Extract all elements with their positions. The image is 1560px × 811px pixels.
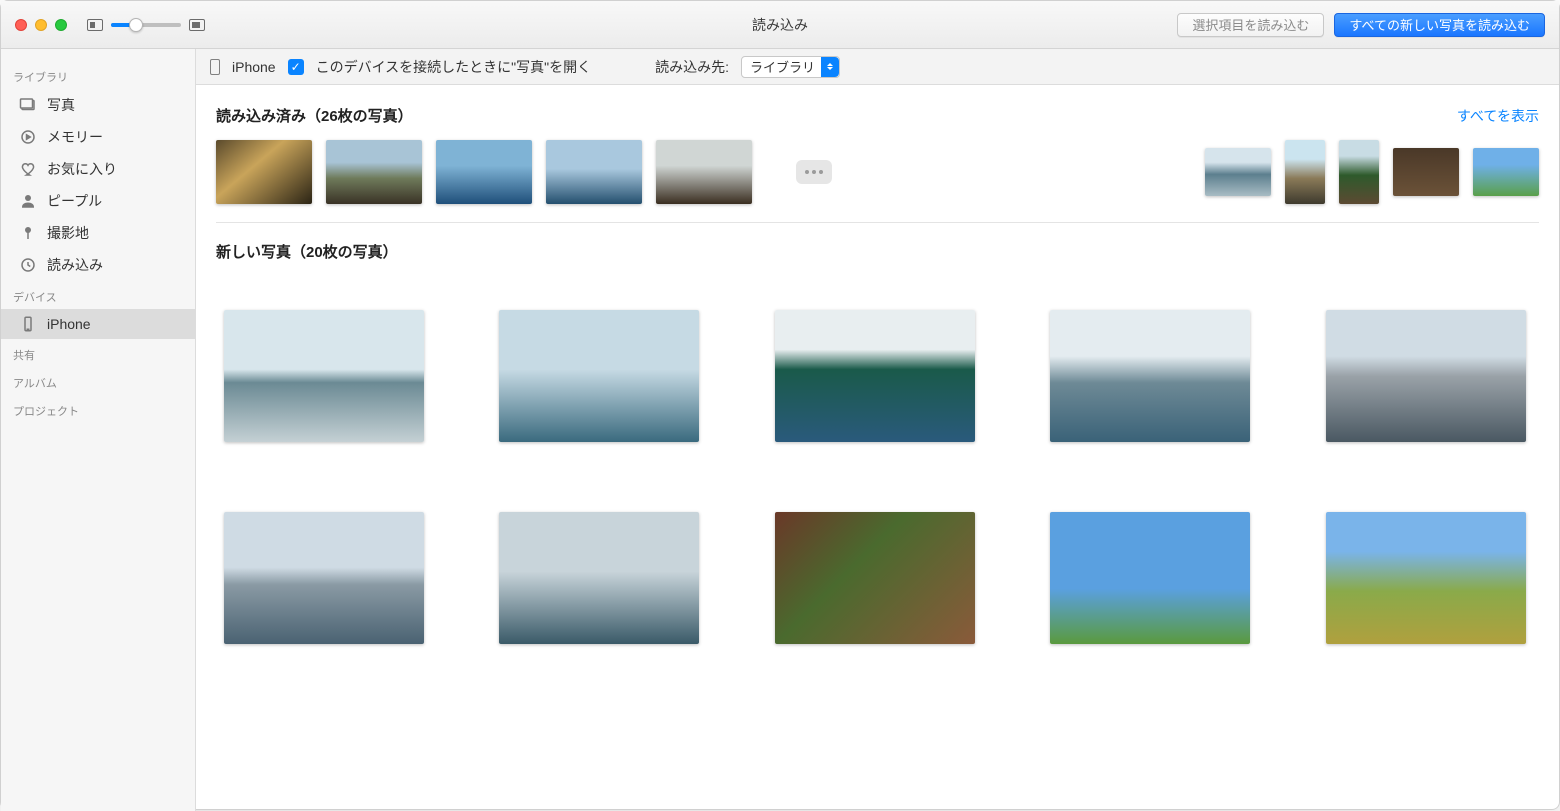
main-content: iPhone ✓ このデバイスを接続したときに"写真"を開く 読み込み先: ライ… <box>196 49 1559 811</box>
import-to-value: ライブラリ <box>750 57 815 76</box>
photo-thumbnail[interactable] <box>436 140 532 204</box>
titlebar: 読み込み 選択項目を読み込む すべての新しい写真を読み込む <box>1 1 1559 49</box>
sidebar-item-label: 撮影地 <box>47 223 89 243</box>
photo-thumbnail[interactable] <box>1285 140 1325 204</box>
sidebar-section-projects: プロジェクト <box>1 395 195 423</box>
select-arrows-icon <box>821 57 839 77</box>
photo-thumbnail[interactable] <box>224 512 424 644</box>
photo-thumbnail[interactable] <box>326 140 422 204</box>
minimize-window-button[interactable] <box>35 19 47 31</box>
photo-thumbnail[interactable] <box>775 512 975 644</box>
zoom-slider-thumb[interactable] <box>129 18 143 32</box>
new-photos-grid <box>216 270 1539 684</box>
section-divider <box>216 222 1539 223</box>
heart-icon <box>19 160 37 178</box>
clock-icon <box>19 256 37 274</box>
photo-thumbnail[interactable] <box>1473 148 1539 196</box>
show-all-button[interactable]: すべてを表示 <box>1457 106 1539 126</box>
photo-thumbnail[interactable] <box>775 310 975 442</box>
sidebar-item-label: 写真 <box>47 95 75 115</box>
sidebar-item-label: 読み込み <box>47 255 103 275</box>
phone-icon <box>210 59 220 75</box>
pin-icon <box>19 224 37 242</box>
more-photos-button[interactable] <box>796 160 832 184</box>
zoom-controls <box>87 19 205 31</box>
photo-thumbnail[interactable] <box>224 310 424 442</box>
open-on-connect-label: このデバイスを接続したときに"写真"を開く <box>316 57 592 77</box>
sidebar-item-memories[interactable]: メモリー <box>1 121 195 153</box>
import-to-label: 読み込み先: <box>655 57 729 77</box>
photo-thumbnail[interactable] <box>656 140 752 204</box>
sidebar-item-label: iPhone <box>47 316 91 332</box>
already-imported-row <box>216 134 1539 222</box>
photo-thumbnail[interactable] <box>216 140 312 204</box>
sidebar-section-library: ライブラリ <box>1 61 195 89</box>
sidebar-section-albums: アルバム <box>1 367 195 395</box>
sidebar-item-places[interactable]: 撮影地 <box>1 217 195 249</box>
photo-thumbnail[interactable] <box>1393 148 1459 196</box>
photo-thumbnail[interactable] <box>1326 310 1526 442</box>
device-bar: iPhone ✓ このデバイスを接続したときに"写真"を開く 読み込み先: ライ… <box>196 49 1559 85</box>
photo-thumbnail[interactable] <box>1050 310 1250 442</box>
photo-thumbnail[interactable] <box>1050 512 1250 644</box>
sidebar-item-label: お気に入り <box>47 159 117 179</box>
photo-thumbnail[interactable] <box>1339 140 1379 204</box>
sidebar-section-devices: デバイス <box>1 281 195 309</box>
sidebar-item-iphone[interactable]: iPhone <box>1 309 195 339</box>
sidebar-item-people[interactable]: ピープル <box>1 185 195 217</box>
photos-icon <box>19 96 37 114</box>
people-icon <box>19 192 37 210</box>
sidebar-item-photos[interactable]: 写真 <box>1 89 195 121</box>
window-title: 読み込み <box>752 15 808 35</box>
memories-icon <box>19 128 37 146</box>
sidebar-item-label: メモリー <box>47 127 103 147</box>
close-window-button[interactable] <box>15 19 27 31</box>
new-photos-title: 新しい写真（20枚の写真） <box>216 241 398 262</box>
maximize-window-button[interactable] <box>55 19 67 31</box>
zoom-in-icon[interactable] <box>189 19 205 31</box>
phone-icon <box>19 315 37 333</box>
zoom-out-icon[interactable] <box>87 19 103 31</box>
window-controls <box>15 19 67 31</box>
device-name-label: iPhone <box>232 59 276 75</box>
zoom-slider[interactable] <box>111 23 181 27</box>
photo-thumbnail[interactable] <box>1205 148 1271 196</box>
import-to-select[interactable]: ライブラリ <box>741 56 840 78</box>
sidebar-section-shared: 共有 <box>1 339 195 367</box>
sidebar-item-imports[interactable]: 読み込み <box>1 249 195 281</box>
photo-thumbnail[interactable] <box>546 140 642 204</box>
photo-thumbnail[interactable] <box>499 512 699 644</box>
sidebar: ライブラリ 写真 メモリー お気に入り ピープル 撮影地 読み込み デバイス <box>1 49 196 811</box>
sidebar-item-favorites[interactable]: お気に入り <box>1 153 195 185</box>
import-all-new-button[interactable]: すべての新しい写真を読み込む <box>1334 13 1545 37</box>
already-imported-title: 読み込み済み（26枚の写真） <box>216 105 413 126</box>
photo-thumbnail[interactable] <box>1326 512 1526 644</box>
sidebar-item-label: ピープル <box>47 191 102 211</box>
photo-thumbnail[interactable] <box>499 310 699 442</box>
open-on-connect-checkbox[interactable]: ✓ <box>288 59 304 75</box>
import-selected-button[interactable]: 選択項目を読み込む <box>1177 13 1324 37</box>
